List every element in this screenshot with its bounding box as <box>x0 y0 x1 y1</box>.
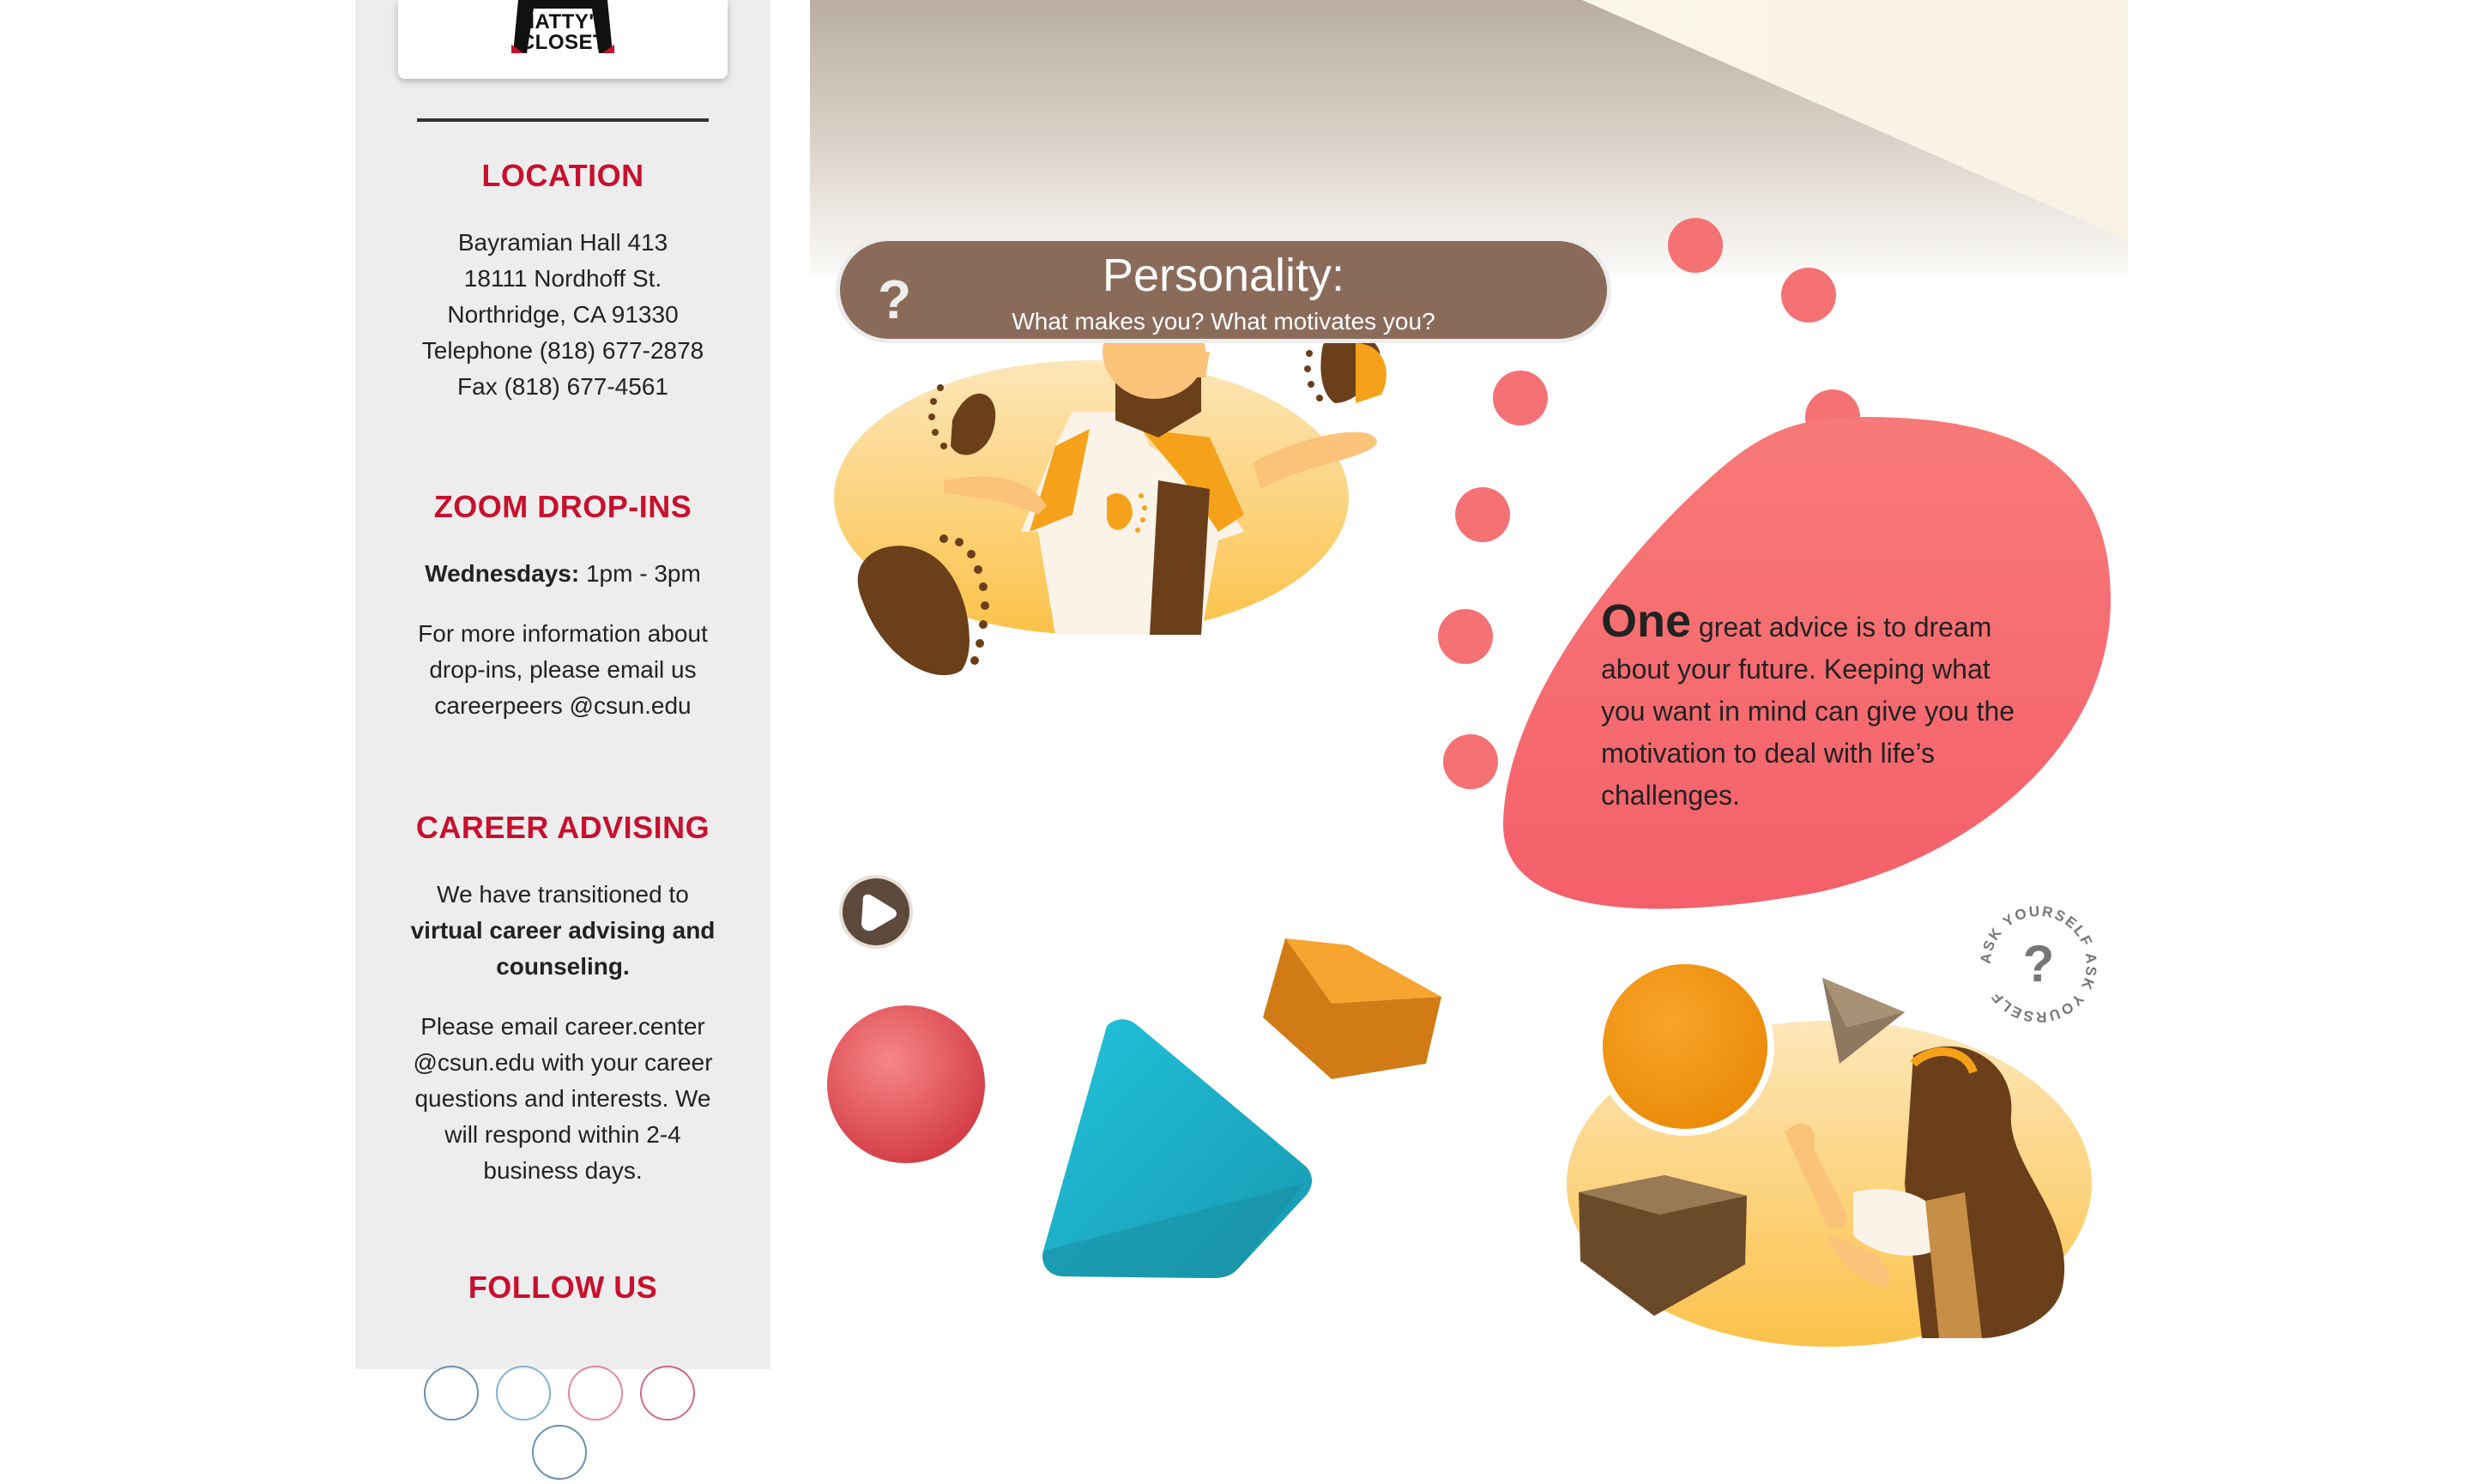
advice-line: challenges. <box>1601 780 1740 811</box>
advice-line: about your future. Keeping what <box>1601 654 1991 685</box>
orange-cube <box>1263 938 1441 1079</box>
advice-first-line-rest: great advice is to dream <box>1691 612 1992 642</box>
advice-line: you want in mind can give you the <box>1601 696 2015 727</box>
question-mark-icon: ? <box>2023 935 2055 992</box>
juggling-person-illustration <box>834 305 1387 676</box>
personality-banner: ? Personality: What makes you? What moti… <box>836 237 1611 343</box>
facebook-icon[interactable] <box>424 1366 479 1421</box>
linkedin-icon[interactable] <box>532 1425 587 1480</box>
play-button[interactable] <box>839 875 913 949</box>
play-icon <box>861 894 897 932</box>
ask-yourself-badge: ASK YOURSELF ASK YOURSELF ? <box>1978 903 2099 1026</box>
advice-text: One great advice is to dream about your … <box>1601 598 2047 817</box>
pinterest-icon[interactable] <box>640 1366 695 1421</box>
advice-first-line: One great advice is to dream <box>1601 598 2047 648</box>
banner-subtitle: What makes you? What motivates you? <box>1012 308 1435 335</box>
advice-line: motivation to deal with life’s <box>1601 738 1935 769</box>
twitter-icon[interactable] <box>496 1366 551 1421</box>
illustration-layer <box>827 218 2111 1347</box>
banner-title: Personality: <box>1102 250 1345 301</box>
instagram-icon[interactable] <box>568 1366 623 1421</box>
teal-pyramid <box>1042 1019 1312 1278</box>
advice-lead-word: One <box>1601 595 1692 647</box>
red-sphere <box>827 1005 985 1163</box>
